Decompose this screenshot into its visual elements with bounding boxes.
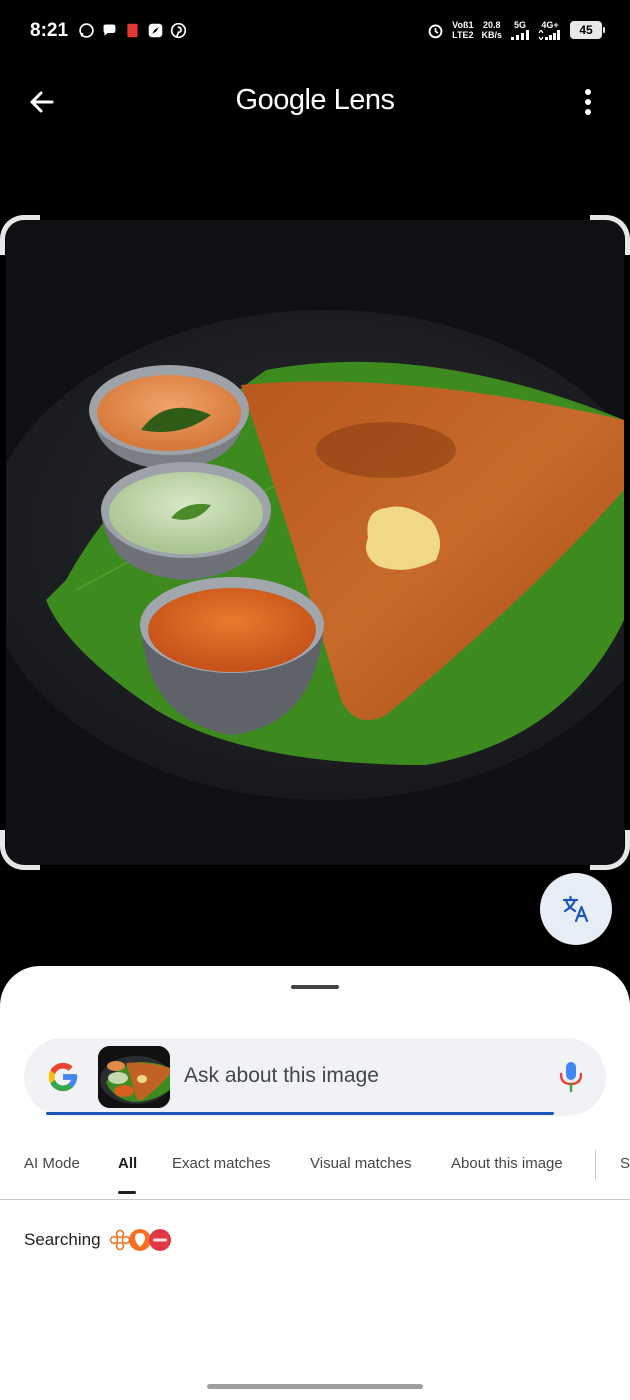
search-active-underline — [46, 1112, 554, 1115]
tab-exact-matches[interactable]: Exact matches — [172, 1155, 270, 1172]
sheet-drag-handle[interactable] — [291, 985, 339, 989]
speed-unit: KB/s — [481, 30, 502, 40]
system-status: Voß1 LTE2 20.8 KB/s 5G 4G+ 45 — [427, 20, 605, 40]
lens-image[interactable] — [6, 220, 624, 865]
results-bottom-sheet[interactable]: Ask about this image AI Mode All Exact m… — [0, 966, 630, 1400]
chat-bubble-icon — [103, 24, 116, 36]
network-label-1: Voß1 — [452, 20, 474, 30]
battery-indicator: 45 — [570, 21, 605, 39]
source-zomato-icon — [149, 1229, 171, 1251]
google-g-icon — [48, 1062, 78, 1092]
alarm-icon — [428, 23, 443, 38]
network-label-2: LTE2 — [452, 30, 474, 40]
tab-visual-matches[interactable]: Visual matches — [310, 1155, 411, 1172]
status-bar: 8:21 Voß1 LTE2 20.8 KB/s 5G 4G+ 45 — [0, 0, 630, 66]
red-app-icon — [127, 23, 138, 38]
compass-app-icon — [148, 23, 163, 38]
app-bar: Google Lens — [0, 66, 630, 138]
tab-all[interactable]: All — [118, 1155, 137, 1172]
speed-value: 20.8 — [482, 20, 501, 30]
app-title: Google Lens — [235, 84, 395, 116]
more-vert-icon — [585, 89, 591, 115]
translate-button[interactable] — [540, 873, 612, 945]
sim2-signal: 4G+ — [538, 20, 562, 40]
pinterest-icon — [170, 22, 187, 39]
searching-source-icons — [109, 1228, 172, 1252]
tabs-divider — [595, 1150, 596, 1180]
search-placeholder[interactable]: Ask about this image — [184, 1064, 379, 1088]
sim1-signal: 5G — [510, 20, 530, 40]
sim1-label: 5G — [513, 20, 526, 30]
tab-about-this-image[interactable]: About this image — [451, 1155, 563, 1172]
gesture-nav-bar[interactable] — [207, 1384, 423, 1389]
signal-bars-icon — [511, 30, 529, 40]
tab-ai-mode[interactable]: AI Mode — [24, 1155, 80, 1172]
translate-icon — [562, 895, 589, 923]
search-bar[interactable]: Ask about this image — [24, 1038, 606, 1116]
result-tabs: AI Mode All Exact matches Visual matches… — [0, 1144, 630, 1200]
notification-icons — [78, 22, 187, 39]
searching-status: Searching — [24, 1230, 101, 1249]
status-time: 8:21 — [30, 20, 69, 41]
microphone-icon[interactable] — [558, 1060, 584, 1094]
dosa-thumbnail-image — [98, 1046, 170, 1108]
tab-overflow[interactable]: S — [620, 1155, 630, 1172]
signal-bars-icon — [538, 30, 560, 40]
crop-handle-top-right[interactable] — [590, 215, 630, 255]
crop-handle-bottom-right[interactable] — [590, 830, 630, 870]
sim2-label: 4G+ — [541, 20, 559, 30]
query-image-thumbnail[interactable] — [98, 1046, 170, 1108]
network-speed: 20.8 KB/s — [481, 20, 502, 40]
network-volte: Voß1 LTE2 — [452, 20, 473, 40]
whatsapp-icon — [79, 23, 94, 38]
more-options-button[interactable] — [570, 84, 606, 120]
active-tab-indicator — [118, 1191, 136, 1194]
dosa-plate-image — [6, 220, 624, 865]
